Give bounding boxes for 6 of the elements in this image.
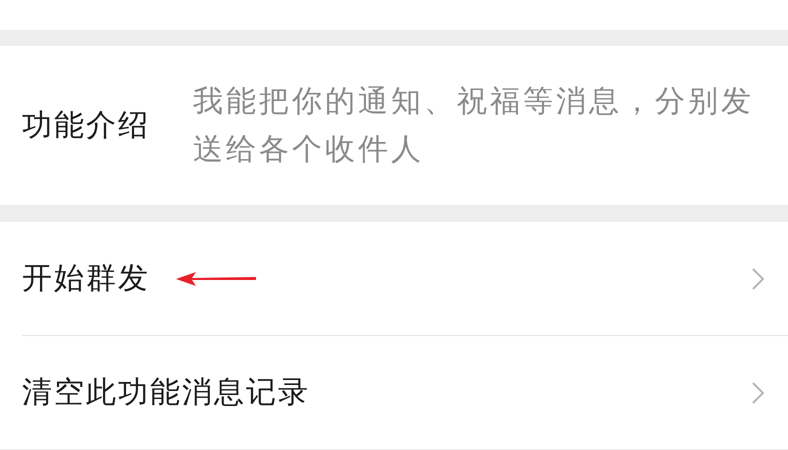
chevron-icon	[752, 268, 764, 290]
menu-item[interactable]: 清空此功能消息记录	[22, 335, 788, 449]
chevron-icon	[752, 382, 764, 404]
intro-description: 我能把你的通知、祝福等消息，分别发送给各个收件人	[193, 82, 755, 168]
intro-label: 功能介绍	[22, 107, 151, 145]
menu-item[interactable]: 开始群发	[22, 222, 788, 335]
